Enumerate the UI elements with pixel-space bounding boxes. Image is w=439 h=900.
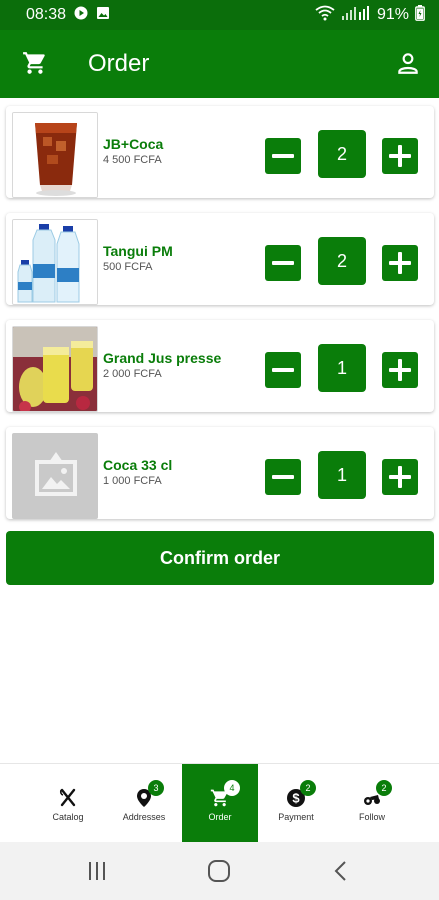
nav-label: Addresses	[122, 812, 166, 822]
increase-quantity-button[interactable]	[382, 245, 418, 281]
wifi-icon	[315, 5, 335, 26]
cutlery-icon	[58, 788, 78, 808]
nav-follow[interactable]: 2 Follow	[334, 764, 410, 843]
nav-label: Catalog	[52, 812, 84, 822]
water-bottles-image	[12, 219, 98, 305]
cola-glass-image	[12, 112, 98, 198]
nav-catalog[interactable]: Catalog	[30, 764, 106, 843]
minus-icon	[272, 475, 294, 479]
plus-icon	[389, 466, 411, 488]
item-name: Grand Jus presse	[103, 350, 222, 366]
status-time: 08:38	[26, 6, 67, 23]
quantity-value: 2	[318, 237, 366, 285]
nav-label: Follow	[358, 812, 385, 822]
app-bar: Order	[0, 30, 439, 98]
quantity-value: 1	[318, 344, 366, 392]
cart-icon[interactable]	[22, 50, 48, 76]
system-navigation-bar	[0, 842, 439, 900]
status-bar: 08:38 91%	[0, 0, 439, 30]
nav-badge: 2	[376, 780, 392, 796]
nav-badge: 3	[148, 780, 164, 796]
gallery-icon	[96, 6, 110, 25]
nav-label: Order	[208, 812, 232, 822]
quantity-value: 1	[318, 451, 366, 499]
nav-badge: 4	[224, 780, 240, 796]
minus-icon	[272, 368, 294, 372]
signal-icon	[341, 5, 371, 25]
item-name: Tangui PM	[103, 243, 173, 259]
increase-quantity-button[interactable]	[382, 352, 418, 388]
bottom-navigation: Catalog 3 Addresses 4 Order $ 2 Payment	[0, 763, 439, 843]
order-item-card: JB+Coca 4 500 FCFA 2	[6, 106, 434, 198]
nav-payment[interactable]: $ 2 Payment	[258, 764, 334, 843]
item-name: JB+Coca	[103, 136, 164, 152]
juice-glasses-image	[12, 326, 98, 412]
plus-icon	[389, 359, 411, 381]
decrease-quantity-button[interactable]	[265, 138, 301, 174]
decrease-quantity-button[interactable]	[265, 352, 301, 388]
nav-order[interactable]: 4 Order	[182, 764, 258, 843]
svg-text:$: $	[292, 791, 300, 806]
item-name: Coca 33 cl	[103, 457, 173, 473]
decrease-quantity-button[interactable]	[265, 245, 301, 281]
decrease-quantity-button[interactable]	[265, 459, 301, 495]
nav-badge: 2	[300, 780, 316, 796]
order-item-card: Coca 33 cl 1 000 FCFA 1	[6, 427, 434, 519]
quantity-value: 2	[318, 130, 366, 178]
minus-icon	[272, 154, 294, 158]
item-price: 500 FCFA	[103, 261, 153, 273]
play-icon	[74, 6, 88, 25]
plus-icon	[389, 145, 411, 167]
order-item-card: Tangui PM 500 FCFA 2	[6, 213, 434, 305]
recent-apps-icon[interactable]	[84, 858, 110, 884]
battery-icon	[415, 4, 425, 26]
item-price: 1 000 FCFA	[103, 475, 162, 487]
nav-label: Payment	[278, 812, 314, 822]
order-screen: 08:38 91% Order JB+Coca 4 500 FCFA 2 Tan…	[0, 0, 439, 900]
item-price: 2 000 FCFA	[103, 368, 162, 380]
increase-quantity-button[interactable]	[382, 459, 418, 495]
order-item-card: Grand Jus presse 2 000 FCFA 1	[6, 320, 434, 412]
battery-percent: 91%	[376, 6, 409, 23]
image-placeholder-icon	[12, 433, 98, 519]
account-icon[interactable]	[395, 50, 421, 76]
back-icon[interactable]	[328, 858, 354, 884]
nav-addresses[interactable]: 3 Addresses	[106, 764, 182, 843]
item-price: 4 500 FCFA	[103, 154, 162, 166]
minus-icon	[272, 261, 294, 265]
home-icon[interactable]	[206, 858, 232, 884]
confirm-order-button[interactable]: Confirm order	[6, 531, 434, 585]
increase-quantity-button[interactable]	[382, 138, 418, 174]
page-title: Order	[88, 50, 150, 77]
plus-icon	[389, 252, 411, 274]
